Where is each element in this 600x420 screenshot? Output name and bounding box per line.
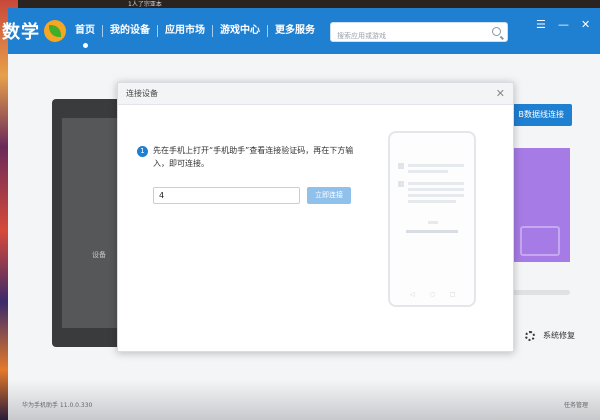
connect-device-dialog: 连接设备 ✕ 1 先在手机上打开“手机助手”查看连接验证码，再在下方输入，即可连… [117,82,514,352]
task-manager-link[interactable]: 任务管理 [564,400,588,409]
illustration-line [408,170,448,173]
search-input[interactable] [331,27,481,45]
nav-more-services[interactable]: 更多服务 [268,8,322,54]
version-text: 华为手机助手 11.0.0.330 [22,402,93,409]
illustration-dot [398,163,404,169]
nav-my-devices[interactable]: 我的设备 [103,8,157,54]
top-navigation-bar: 数学 首页 我的设备 应用市场 游戏中心 更多服务 ☰ — ✕ [2,8,600,54]
connect-now-button[interactable]: 立即连接 [307,187,351,204]
main-nav: 首页 我的设备 应用市场 游戏中心 更多服务 [68,8,322,54]
close-icon[interactable]: ✕ [496,88,505,99]
nav-game-center[interactable]: 游戏中心 [213,8,267,54]
window-close-icon[interactable]: ✕ [581,18,590,31]
desktop-top-bar: 1人了宗亚本 [18,0,600,8]
recent-nav-icon: □ [450,291,456,298]
nav-app-market[interactable]: 应用市场 [158,8,212,54]
system-repair-link[interactable]: 系统修复 [525,330,575,341]
illustration-code-row [406,230,458,233]
instruction-text: 先在手机上打开“手机助手”查看连接验证码，再在下方输入，即可连接。 [153,146,354,168]
search-icon[interactable] [492,27,501,36]
illustration-dot [398,181,404,187]
search-box[interactable] [330,22,508,45]
back-nav-icon: ◁ [410,291,415,298]
phone-illustration: ◁ ○ □ [388,131,476,307]
nav-home[interactable]: 首页 [68,8,102,54]
device-label: 设备 [92,251,106,259]
bottom-area [8,380,600,420]
illustration-line [408,188,464,191]
progress-track [506,290,570,295]
desktop-top-text: 1人了宗亚本 [128,1,162,8]
illustration-line [428,221,438,224]
gear-icon [525,330,535,341]
illustration-line [408,200,456,203]
step-number-badge: 1 [137,146,148,157]
dialog-title: 连接设备 [126,89,158,98]
promo-card-graphic [520,226,560,256]
illustration-line [408,164,464,167]
dialog-header: 连接设备 ✕ [118,83,513,105]
app-logo[interactable]: 数学 [2,16,66,46]
minimize-icon[interactable]: — [558,18,569,31]
leaf-logo-icon [44,20,66,42]
menu-icon[interactable]: ☰ [536,18,546,31]
system-repair-label: 系统修复 [543,331,575,340]
verification-code-input[interactable] [153,187,300,204]
illustration-line [408,194,464,197]
logo-text: 数学 [2,22,40,43]
illustration-line [408,182,464,185]
home-nav-icon: ○ [430,291,436,298]
